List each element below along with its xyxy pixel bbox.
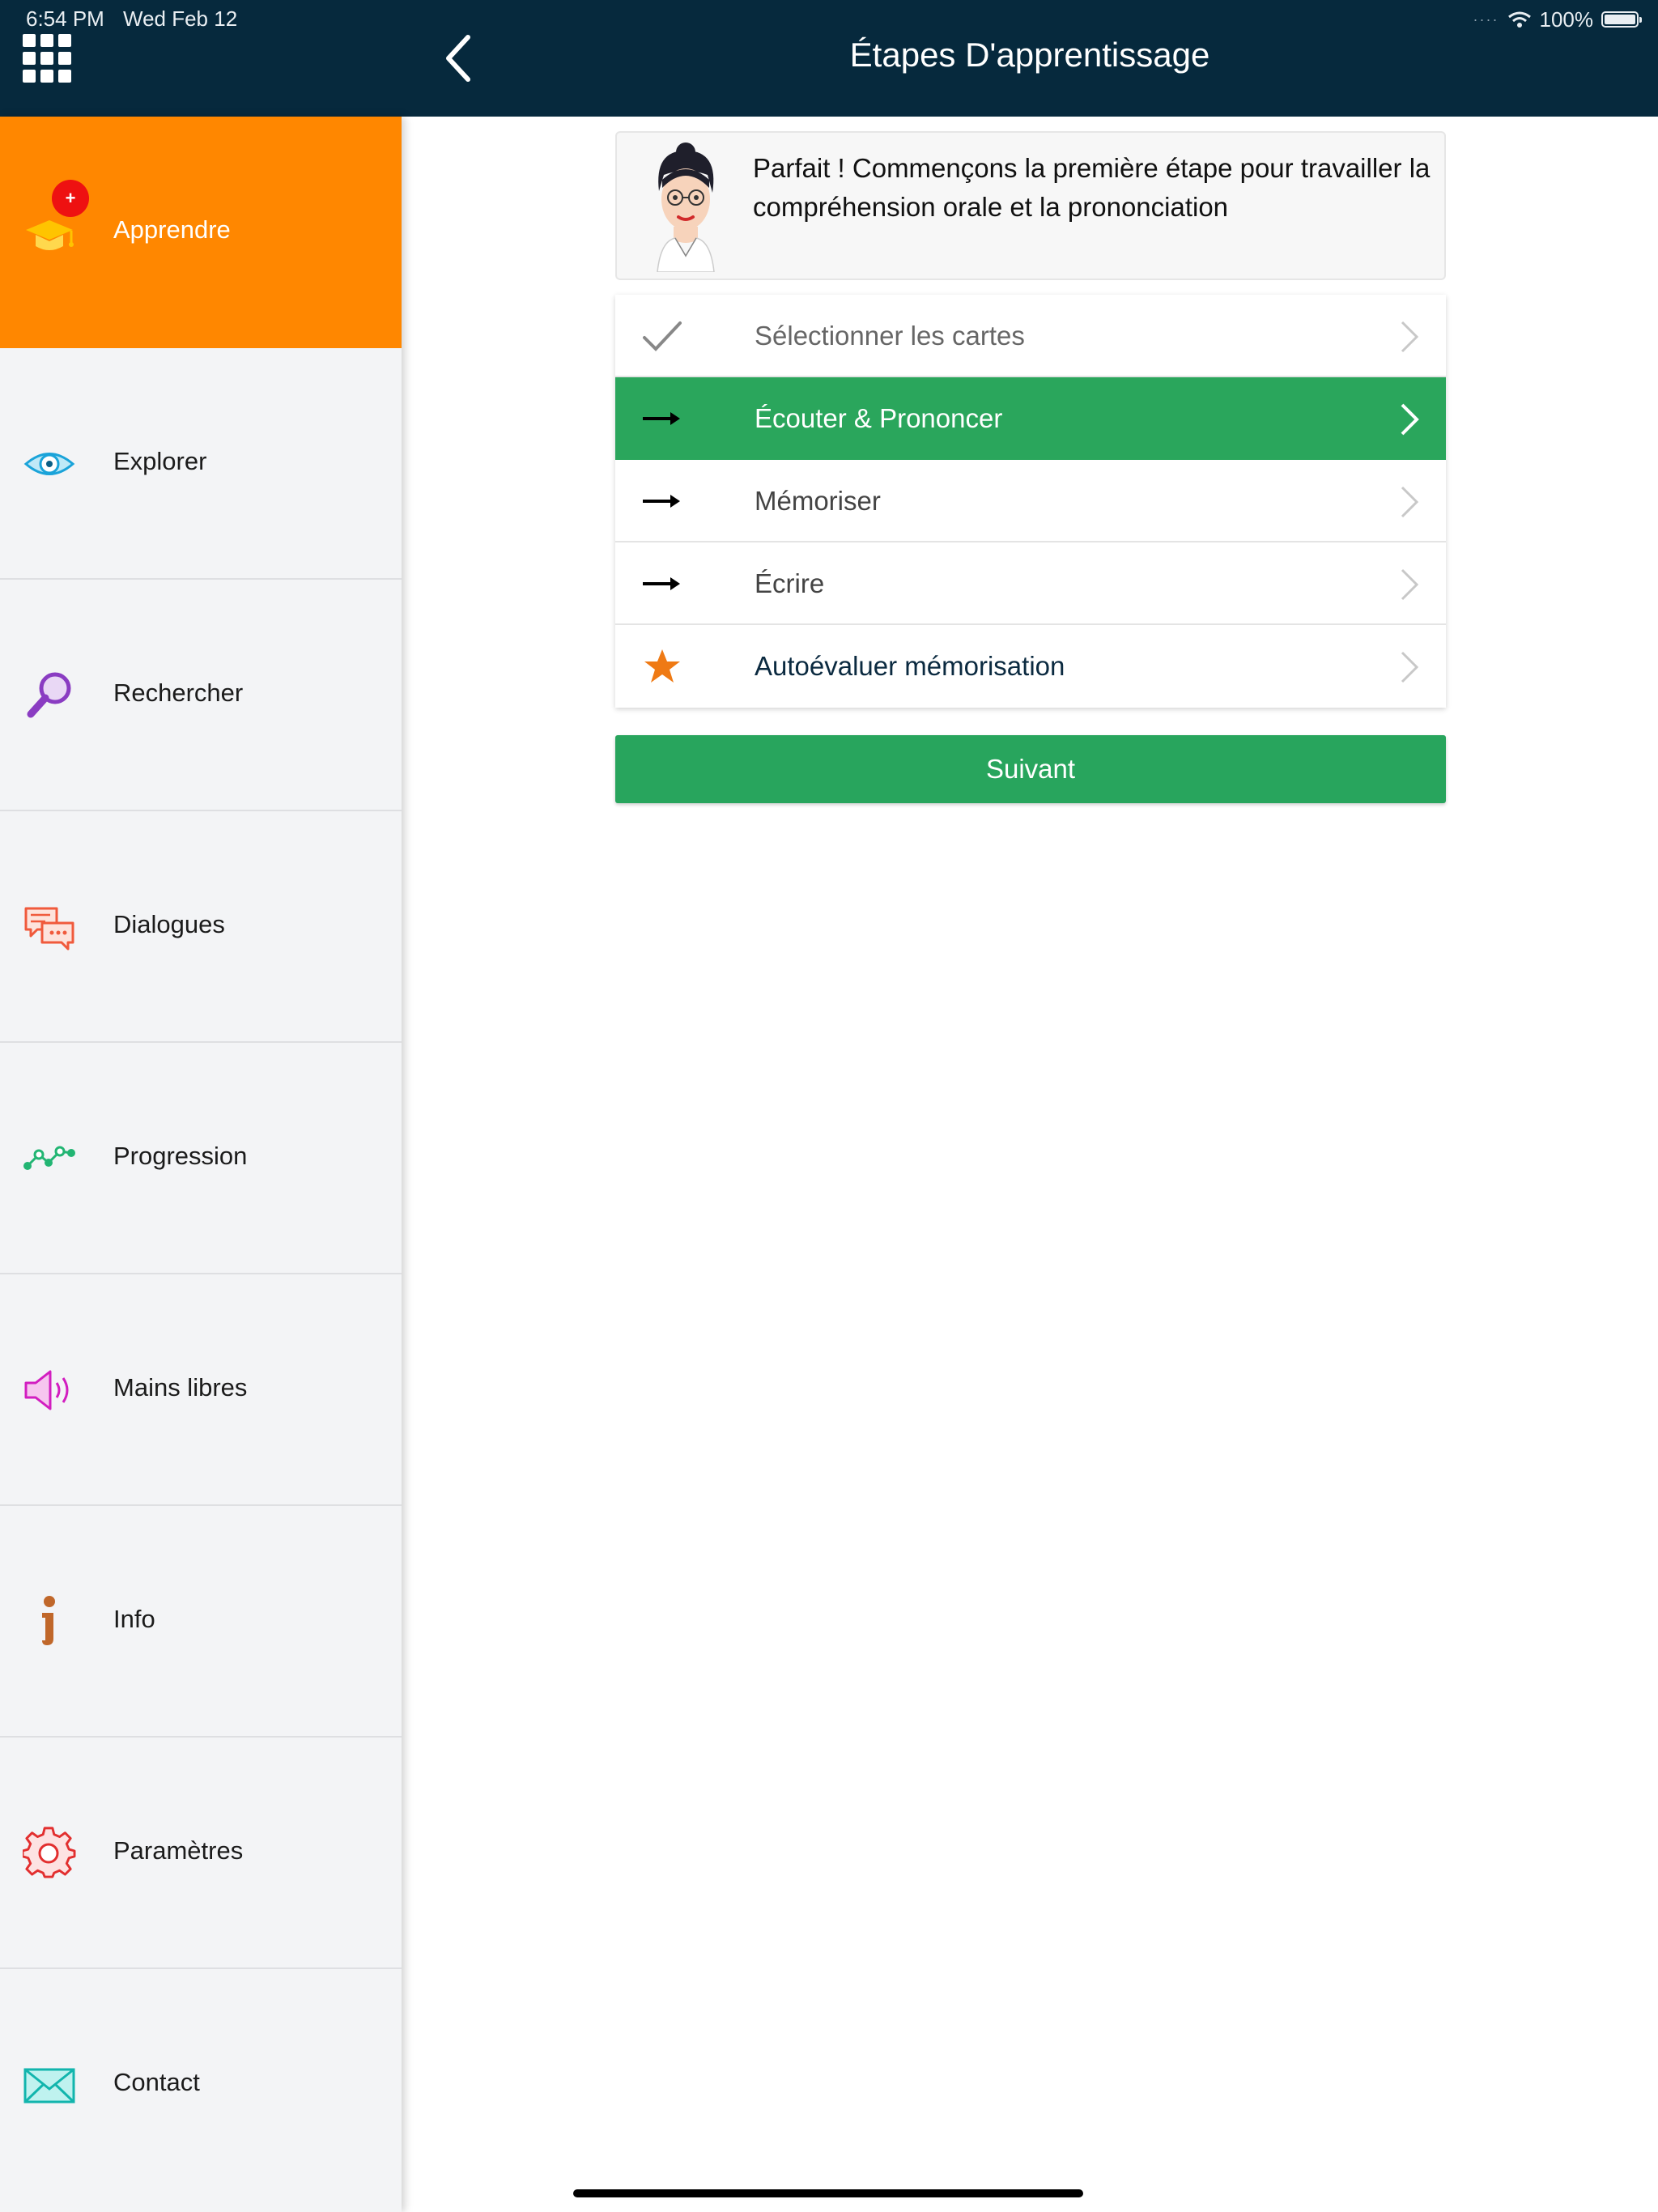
- step-item[interactable]: Sélectionner les cartes: [615, 295, 1446, 377]
- page-title: Étapes D'apprentissage: [849, 36, 1210, 74]
- gear-icon: [23, 1827, 76, 1878]
- chevron-right-icon: [1401, 403, 1419, 436]
- progress-line-icon: [23, 1146, 75, 1170]
- sidebar-item-label: Paramètres: [113, 1836, 244, 1865]
- sidebar-item-label: Mains libres: [113, 1373, 248, 1402]
- chat-bubbles-icon: [24, 907, 74, 951]
- step-label: Écrire: [755, 568, 825, 598]
- signal-dots-icon: ····: [1473, 11, 1499, 28]
- step-label: Mémoriser: [755, 486, 881, 516]
- step-label: Autoévaluer mémorisation: [755, 651, 1065, 681]
- sidebar-item-rechercher[interactable]: Rechercher: [0, 580, 402, 811]
- next-button[interactable]: Suivant: [615, 735, 1446, 803]
- battery-icon: [1601, 11, 1642, 28]
- chevron-right-icon: [1401, 568, 1419, 601]
- arrow-right-icon: [643, 495, 680, 508]
- wifi-icon: [1507, 11, 1531, 28]
- sidebar-item-label: Dialogues: [113, 910, 225, 938]
- sidebar-item-label: Progression: [113, 1142, 248, 1170]
- battery-percent: 100%: [1539, 6, 1594, 32]
- sidebar-item-dialogues[interactable]: Dialogues: [0, 811, 402, 1043]
- top-bar: 6:54 PM Wed Feb 12 ···· 100% Étapes D'ap…: [0, 0, 1658, 117]
- star-icon: [644, 649, 680, 683]
- sidebar-item-apprendre[interactable]: + Apprendre: [0, 117, 402, 348]
- arrow-right-icon: [643, 577, 680, 590]
- sidebar: + Apprendre Explorer Rechercher Dialogue…: [0, 117, 402, 2212]
- grid-icon[interactable]: [23, 34, 71, 83]
- notification-badge: +: [52, 180, 89, 217]
- speaker-icon: [24, 1370, 69, 1410]
- eye-icon: [23, 453, 75, 475]
- chevron-left-icon[interactable]: [434, 29, 483, 87]
- sidebar-item-label: Explorer: [113, 447, 207, 475]
- sidebar-item-progression[interactable]: Progression: [0, 1043, 402, 1274]
- sidebar-item-explorer[interactable]: Explorer: [0, 348, 402, 580]
- sidebar-item-label: Contact: [113, 2068, 200, 2096]
- sidebar-item-label: Apprendre: [113, 215, 231, 244]
- status-time: 6:54 PM: [26, 6, 104, 31]
- status-date: Wed Feb 12: [123, 6, 238, 31]
- sidebar-item-label: Info: [113, 1605, 155, 1633]
- status-indicators: ···· 100%: [1473, 5, 1642, 34]
- sidebar-item-label: Rechercher: [113, 678, 244, 707]
- info-icon: [42, 1596, 55, 1645]
- tutor-message-text: Parfait ! Commençons la première étape p…: [753, 153, 1431, 222]
- envelope-icon: [23, 2068, 75, 2104]
- step-item[interactable]: Autoévaluer mémorisation: [615, 625, 1446, 708]
- step-item[interactable]: Écrire: [615, 542, 1446, 625]
- chevron-right-icon: [1401, 486, 1419, 518]
- step-label: Écouter & Prononcer: [755, 403, 1003, 433]
- step-item[interactable]: Mémoriser: [615, 460, 1446, 542]
- sidebar-item-parametres[interactable]: Paramètres: [0, 1738, 402, 1969]
- step-label: Sélectionner les cartes: [755, 321, 1025, 351]
- sidebar-item-contact[interactable]: Contact: [0, 1969, 402, 2201]
- home-indicator: [573, 2189, 1083, 2197]
- chevron-right-icon: [1401, 321, 1419, 353]
- tutor-avatar: [657, 143, 715, 272]
- learning-steps-list: Sélectionner les cartes Écouter & Pronon…: [615, 295, 1446, 708]
- checkmark-icon: [643, 321, 682, 351]
- sidebar-item-mains-libres[interactable]: Mains libres: [0, 1274, 402, 1506]
- step-item[interactable]: Écouter & Prononcer: [615, 377, 1446, 460]
- sidebar-item-info[interactable]: Info: [0, 1506, 402, 1738]
- chevron-right-icon: [1401, 651, 1419, 683]
- magnifier-icon: [27, 672, 71, 718]
- tutor-message-card: Parfait ! Commençons la première étape p…: [615, 131, 1446, 280]
- arrow-right-icon: [643, 412, 680, 425]
